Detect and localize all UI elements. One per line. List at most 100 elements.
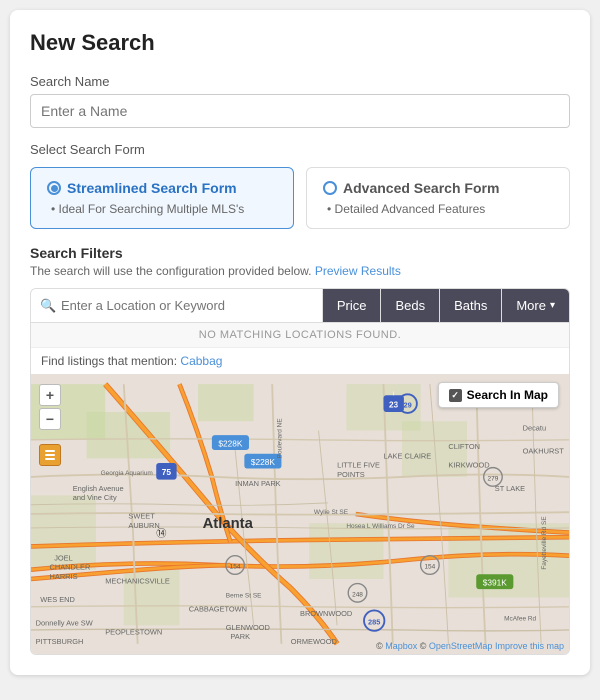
- filter-buttons: Price Beds Baths More ▾: [323, 289, 569, 322]
- find-listings-bar: Find listings that mention: Cabbag: [31, 347, 569, 374]
- svg-text:CABBAGETOWN: CABBAGETOWN: [189, 604, 247, 613]
- map-layers-control: [39, 444, 61, 466]
- advanced-form-label: Advanced Search Form: [343, 180, 499, 196]
- more-button[interactable]: More ▾: [502, 289, 569, 322]
- mapbox-link[interactable]: Mapbox: [385, 641, 417, 651]
- svg-text:POINTS: POINTS: [337, 470, 365, 479]
- svg-text:$228K: $228K: [251, 457, 276, 467]
- advanced-form-option[interactable]: Advanced Search Form Detailed Advanced F…: [306, 167, 570, 229]
- svg-text:154: 154: [424, 564, 435, 571]
- page-title: New Search: [30, 30, 570, 56]
- filters-desc: The search will use the configuration pr…: [30, 264, 570, 278]
- svg-text:CHANDLER: CHANDLER: [50, 563, 91, 572]
- streamlined-radio: [47, 181, 61, 195]
- plus-icon: +: [46, 387, 54, 403]
- filters-section-title: Search Filters: [30, 245, 570, 261]
- openstreetmap-link[interactable]: OpenStreetMap: [429, 641, 493, 651]
- map-zoom-controls: + −: [39, 384, 61, 430]
- search-icon: 🔍: [40, 298, 56, 314]
- more-button-label: More: [516, 298, 546, 313]
- preview-results-link[interactable]: Preview Results: [315, 264, 401, 278]
- filters-desc-text: The search will use the configuration pr…: [30, 264, 312, 278]
- svg-text:⑭: ⑭: [156, 528, 166, 540]
- svg-text:and Vine City: and Vine City: [73, 493, 117, 502]
- svg-text:LAKE CLAIRE: LAKE CLAIRE: [383, 451, 431, 460]
- svg-text:CLIFTON: CLIFTON: [448, 442, 480, 451]
- search-name-input[interactable]: [30, 94, 570, 128]
- baths-button[interactable]: Baths: [440, 289, 502, 322]
- no-match-bar: NO MATCHING LOCATIONS FOUND.: [31, 322, 569, 347]
- svg-text:285: 285: [368, 617, 380, 626]
- svg-text:English Avenue: English Avenue: [73, 484, 124, 493]
- search-in-map-button[interactable]: ✓ Search In Map: [438, 382, 559, 408]
- streamlined-form-header: Streamlined Search Form: [47, 180, 277, 196]
- select-form-label: Select Search Form: [30, 142, 570, 157]
- svg-text:ST LAKE: ST LAKE: [495, 484, 525, 493]
- main-card: New Search Search Name Select Search For…: [10, 10, 590, 675]
- price-button[interactable]: Price: [323, 289, 382, 322]
- map-container[interactable]: 23 I 29 75 285 154 154: [31, 374, 569, 654]
- layers-button[interactable]: [39, 444, 61, 466]
- filter-bar: 🔍 Price Beds Baths More ▾: [31, 289, 569, 322]
- zoom-out-button[interactable]: −: [39, 408, 61, 430]
- chevron-down-icon: ▾: [550, 300, 555, 311]
- map-svg: 23 I 29 75 285 154 154: [31, 374, 569, 654]
- svg-text:BROWNWOOD: BROWNWOOD: [300, 609, 352, 618]
- svg-text:Boulevard NE: Boulevard NE: [276, 418, 283, 459]
- no-match-text: NO MATCHING LOCATIONS FOUND.: [199, 329, 401, 341]
- svg-text:PEOPLESTOWN: PEOPLESTOWN: [105, 628, 162, 637]
- svg-text:Wylie St SE: Wylie St SE: [314, 509, 349, 516]
- svg-text:INMAN PARK: INMAN PARK: [235, 479, 281, 488]
- svg-text:JOEL: JOEL: [54, 553, 73, 562]
- svg-text:248: 248: [352, 592, 363, 599]
- zoom-in-button[interactable]: +: [39, 384, 61, 406]
- search-name-label: Search Name: [30, 74, 570, 89]
- advanced-radio: [323, 181, 337, 195]
- svg-text:Berne St SE: Berne St SE: [226, 592, 262, 599]
- svg-text:MECHANICSVILLE: MECHANICSVILLE: [105, 577, 170, 586]
- minus-icon: −: [46, 411, 54, 427]
- find-listings-prefix: Find listings that mention:: [41, 354, 180, 368]
- search-map-area: 🔍 Price Beds Baths More ▾ NO MATCHING LO…: [30, 288, 570, 655]
- search-in-map-label: Search In Map: [467, 388, 548, 402]
- svg-text:Hosea L Williams Dr Se: Hosea L Williams Dr Se: [346, 523, 415, 530]
- svg-text:$228K: $228K: [218, 438, 243, 448]
- map-background: 23 I 29 75 285 154 154: [31, 374, 569, 654]
- beds-button[interactable]: Beds: [381, 289, 440, 322]
- advanced-form-desc: Detailed Advanced Features: [323, 202, 553, 216]
- svg-text:Donnelly Ave SW: Donnelly Ave SW: [36, 618, 93, 627]
- svg-text:Fayetteville Rd SE: Fayetteville Rd SE: [541, 516, 548, 570]
- location-input-wrap: 🔍: [31, 289, 323, 322]
- svg-text:GLENWOOD: GLENWOOD: [226, 623, 270, 632]
- svg-text:154: 154: [230, 564, 241, 571]
- search-form-options: Streamlined Search Form Ideal For Search…: [30, 167, 570, 229]
- streamlined-form-option[interactable]: Streamlined Search Form Ideal For Search…: [30, 167, 294, 229]
- checkbox-icon: ✓: [449, 389, 462, 402]
- svg-text:ORMEWOOD: ORMEWOOD: [291, 637, 337, 646]
- svg-text:29: 29: [403, 400, 411, 409]
- svg-text:PITTSBURGH: PITTSBURGH: [36, 637, 84, 646]
- streamlined-form-label: Streamlined Search Form: [67, 180, 237, 196]
- attribution-text: © Mapbox © OpenStreetMap Improve this ma…: [376, 641, 564, 651]
- svg-text:75: 75: [162, 467, 172, 477]
- svg-text:23: 23: [389, 399, 399, 409]
- advanced-form-header: Advanced Search Form: [323, 180, 553, 196]
- svg-text:OAKHURST: OAKHURST: [523, 447, 565, 456]
- find-listings-link[interactable]: Cabbag: [180, 354, 222, 368]
- svg-text:$391K: $391K: [483, 577, 508, 587]
- streamlined-form-desc: Ideal For Searching Multiple MLS's: [47, 202, 277, 216]
- improve-map-link[interactable]: Improve this map: [495, 641, 564, 651]
- svg-text:Georgia Aquarium: Georgia Aquarium: [101, 470, 153, 477]
- svg-text:SWEET: SWEET: [128, 512, 155, 521]
- svg-text:McAfee Rd: McAfee Rd: [504, 616, 536, 623]
- svg-text:KIRKWOOD: KIRKWOOD: [448, 461, 489, 470]
- location-input[interactable]: [31, 289, 323, 322]
- svg-text:HARRIS: HARRIS: [50, 572, 78, 581]
- svg-text:PARK: PARK: [230, 632, 250, 641]
- svg-text:LITTLE FIVE: LITTLE FIVE: [337, 461, 380, 470]
- svg-text:279: 279: [488, 476, 499, 483]
- search-name-field: Search Name: [30, 74, 570, 128]
- svg-text:AUBURN: AUBURN: [128, 521, 159, 530]
- map-attribution: © Mapbox © OpenStreetMap Improve this ma…: [376, 641, 564, 651]
- svg-text:WES END: WES END: [40, 595, 75, 604]
